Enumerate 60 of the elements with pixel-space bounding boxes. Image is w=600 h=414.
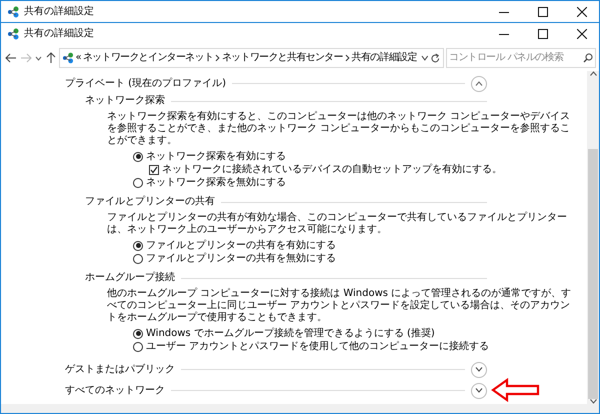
search-field[interactable]: コントロール パネルの検索 — [446, 48, 596, 68]
maximize-icon — [538, 6, 548, 16]
network-icon — [62, 52, 74, 64]
profile-heading: プライベート (現在のプロファイル) — [65, 78, 226, 90]
radio-button[interactable] — [133, 328, 143, 338]
window-title: 共有の詳細設定 — [24, 6, 94, 18]
chevron-down-icon — [475, 367, 483, 372]
network-icon — [7, 28, 19, 40]
section-description: 他のホームグループ コンピューターに対する接続は Windows によって管理されるのが通常ですが、すべてのコンピューター上に同じユーザー アカウントとパスワードを設定している場合は、そのアカウントをホームグループで使用することもできます。 — [106, 288, 572, 324]
radio-button[interactable] — [133, 178, 143, 188]
radio-button[interactable] — [133, 240, 143, 250]
collapse-button[interactable] — [471, 76, 487, 92]
network-icon — [7, 6, 19, 18]
maximize-icon — [538, 29, 548, 39]
section-heading: ネットワーク探索 — [85, 95, 165, 107]
breadcrumb-item[interactable]: 共有の詳細設定 — [352, 52, 417, 64]
expand-button[interactable] — [471, 382, 487, 398]
search-icon — [583, 53, 593, 63]
section-description: ファイルとプリンターの共有が有効な場合、このコンピューターで共有しているファイルとプリンターは、ネットワーク上のユーザーからアクセス可能になります。 — [106, 212, 568, 236]
profile-heading: すべてのネットワーク — [65, 384, 165, 396]
section-heading: ファイルとプリンターの共有 — [85, 196, 215, 208]
breadcrumb-item[interactable]: ネットワークと共有センター — [222, 52, 343, 64]
scrollbar-thumb[interactable] — [588, 149, 598, 399]
close-icon — [577, 6, 587, 16]
checkbox[interactable] — [149, 164, 159, 174]
radio-option[interactable]: ネットワーク探索を有効にする — [133, 150, 573, 163]
refresh-icon[interactable] — [430, 52, 441, 64]
chevron-icon — [215, 54, 220, 62]
radio-option[interactable]: Windows でホームグループ接続を管理できるようにする (推奨) — [133, 327, 573, 340]
radio-button[interactable] — [133, 342, 143, 352]
scroll-down-icon[interactable] — [590, 399, 596, 404]
radio-button[interactable] — [133, 254, 143, 264]
window-title: 共有の詳細設定 — [24, 28, 94, 40]
chevron-down-icon — [475, 388, 483, 393]
up-button[interactable] — [44, 50, 57, 66]
section-heading: ホームグループ接続 — [85, 272, 175, 284]
back-arrow-icon — [4, 52, 16, 64]
check-icon — [150, 166, 158, 174]
section-description: ネットワーク探索を有効にすると、このコンピューターは他のネットワーク コンピューターやデバイスを参照することができ、また他のネットワーク コンピューターからもこのコンピューターを参照することができます。 — [106, 111, 572, 147]
scrollbar[interactable] — [587, 71, 599, 404]
address-bar[interactable]: « ネットワークとインターネット ネットワークと共有センター 共有の詳細設定 — [59, 48, 444, 68]
arrow-annotation — [491, 378, 541, 402]
chevron-up-icon — [475, 81, 483, 86]
scroll-up-icon[interactable] — [590, 71, 596, 76]
profile-heading: ゲストまたはパブリック — [65, 364, 175, 376]
caret-icon — [34, 56, 42, 60]
breadcrumb-overflow[interactable]: « — [76, 52, 81, 64]
radio-option[interactable]: ファイルとプリンターの共有を有効にする — [133, 239, 573, 252]
checkbox-option[interactable]: ネットワークに接続されているデバイスの自動セットアップを有効にする。 — [133, 163, 573, 176]
chevron-icon — [344, 54, 350, 62]
radio-option[interactable]: ファイルとプリンターの共有を無効にする — [133, 252, 573, 265]
up-arrow-icon — [44, 52, 56, 64]
expand-button[interactable] — [471, 362, 487, 378]
forward-arrow-icon — [20, 52, 32, 64]
radio-option[interactable]: ユーザー アカウントとパスワードを使用して他のコンピューターに接続する — [133, 340, 573, 353]
breadcrumb-item[interactable]: ネットワークとインターネット — [82, 52, 214, 64]
dropdown-chevron-icon[interactable] — [420, 55, 428, 61]
radio-option[interactable]: ネットワーク探索を無効にする — [133, 176, 573, 189]
radio-button[interactable] — [133, 152, 143, 162]
close-icon — [577, 29, 587, 39]
